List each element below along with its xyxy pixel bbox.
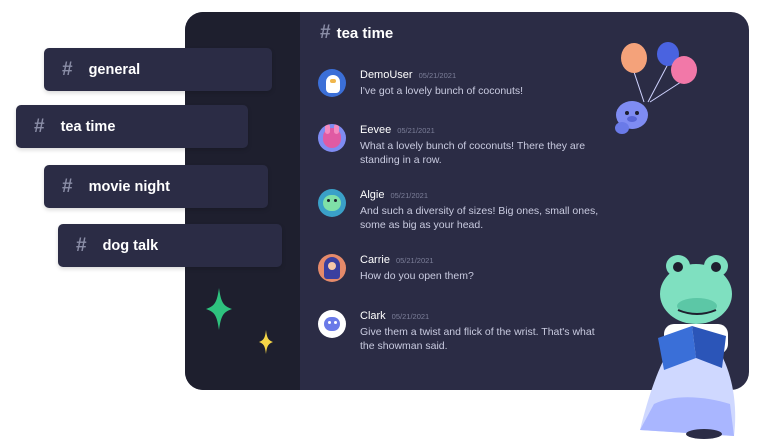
hash-icon: #	[320, 22, 331, 43]
message-timestamp: 05/21/2021	[395, 256, 434, 265]
hash-icon: #	[34, 115, 45, 137]
avatar	[318, 254, 346, 282]
message-item: DemoUser 05/21/2021 I've got a lovely bu…	[318, 69, 610, 98]
avatar	[318, 189, 346, 217]
green-sparkle-icon	[206, 288, 232, 330]
message-item: Clark 05/21/2021 Give them a twist and f…	[318, 310, 610, 353]
message-text: And such a diversity of sizes! Big ones,…	[360, 205, 599, 231]
channel-header: # tea time	[320, 22, 393, 44]
message-author[interactable]: Carrie	[360, 254, 390, 266]
message-timestamp: 05/21/2021	[391, 312, 430, 321]
message-text: What a lovely bunch of coconuts! There t…	[360, 140, 586, 166]
yellow-sparkle-icon	[259, 330, 273, 354]
message-text: How do you open them?	[360, 270, 474, 282]
message-item: Algie 05/21/2021 And such a diversity of…	[318, 189, 610, 232]
avatar	[318, 310, 346, 338]
message-text: Give them a twist and flick of the wrist…	[360, 326, 595, 352]
message-text: I've got a lovely bunch of coconuts!	[360, 85, 524, 97]
channel-pill-general[interactable]: # general	[44, 48, 272, 91]
message-timestamp: 05/21/2021	[390, 191, 429, 200]
message-item: Eevee 05/21/2021 What a lovely bunch of …	[318, 124, 610, 167]
message-author[interactable]: DemoUser	[360, 69, 413, 81]
message-timestamp: 05/21/2021	[418, 71, 457, 80]
message-author[interactable]: Eevee	[360, 124, 391, 136]
message-timestamp: 05/21/2021	[397, 126, 435, 135]
hash-icon: #	[62, 175, 73, 197]
balloon-creature-illustration	[615, 42, 697, 134]
channel-pill-label: tea time	[60, 118, 116, 135]
channel-pill-label: dog talk	[102, 237, 159, 254]
message-item: Carrie 05/21/2021 How do you open them?	[318, 254, 610, 283]
channel-pill-tea-time[interactable]: # tea time	[16, 105, 248, 148]
channel-pill-movie-night[interactable]: # movie night	[44, 165, 268, 208]
channel-pill-label: general	[88, 61, 141, 78]
hash-icon: #	[62, 58, 73, 80]
channel-pill-label: movie night	[88, 178, 170, 195]
frog-reading-illustration	[640, 255, 736, 439]
avatar	[318, 124, 346, 152]
channel-pill-dog-talk[interactable]: # dog talk	[58, 224, 282, 267]
hash-icon: #	[76, 234, 87, 256]
channel-title: tea time	[336, 24, 394, 42]
avatar	[318, 69, 346, 97]
message-author[interactable]: Algie	[360, 189, 384, 201]
message-author[interactable]: Clark	[360, 310, 386, 322]
